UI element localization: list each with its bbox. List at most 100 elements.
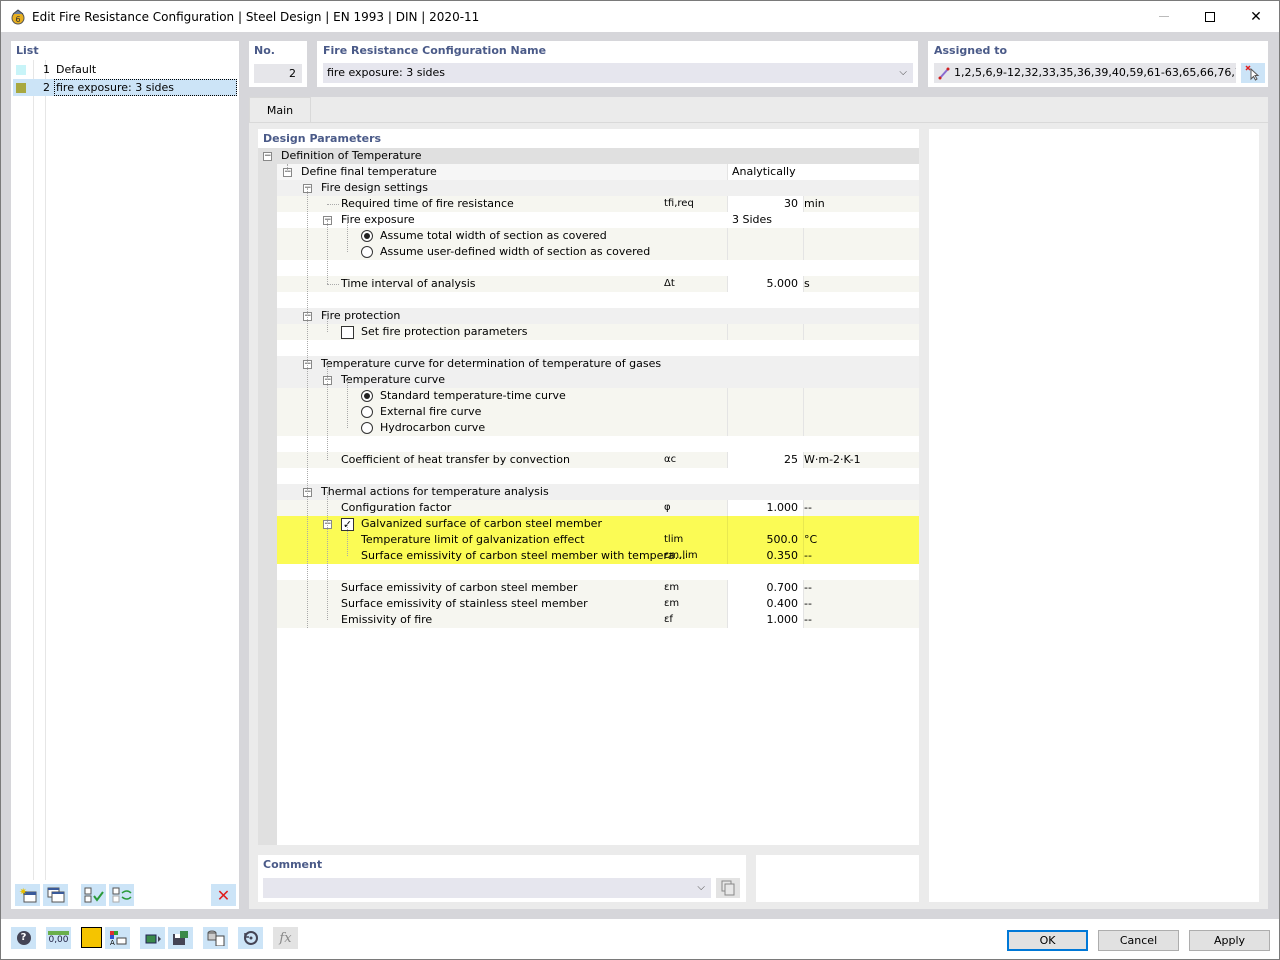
hydrocarbon-curve-radio[interactable]	[361, 422, 373, 434]
check-all-button[interactable]	[81, 884, 106, 906]
window-title: Edit Fire Resistance Configuration | Ste…	[32, 9, 480, 24]
list-item[interactable]: 1 Default	[13, 61, 237, 78]
tree-row-assume-user: Assume user-defined width of section as …	[277, 244, 919, 260]
cancel-button[interactable]: Cancel	[1098, 930, 1179, 951]
minimize-button[interactable]	[1141, 1, 1187, 32]
ok-button[interactable]: OK	[1007, 930, 1088, 951]
row-label: Surface emissivity of carbon steel membe…	[361, 549, 686, 562]
maximize-button[interactable]	[1187, 1, 1233, 32]
copy-item-button[interactable]	[43, 884, 68, 906]
delete-icon: ✕	[216, 885, 231, 905]
row-label: Fire design settings	[321, 181, 428, 194]
emissivity-fire-input[interactable]: 1.000	[728, 612, 800, 628]
surface-emissivity-carbon-input[interactable]: 0.700	[728, 580, 800, 596]
list-item-selected[interactable]: 2 fire exposure: 3 sides	[13, 79, 237, 96]
parameter-tree: − Definition of Temperature − Define fin…	[258, 148, 919, 845]
set-fire-protection-checkbox[interactable]	[341, 326, 354, 339]
select-members-button[interactable]	[1241, 63, 1265, 83]
number-field[interactable]: 2	[254, 64, 302, 83]
coefficient-heat-input[interactable]: 25	[728, 452, 800, 468]
chevron-down-icon: ⌵	[899, 67, 907, 78]
tree-row-surface-emissivity-limit: Surface emissivity of carbon steel membe…	[277, 548, 919, 564]
export-button[interactable]	[140, 927, 165, 949]
assume-user-radio[interactable]	[361, 246, 373, 258]
row-symbol: εm,lim	[664, 550, 698, 561]
temperature-limit-input[interactable]: 500.0	[728, 532, 800, 548]
text-format-button[interactable]: A	[105, 927, 130, 949]
required-time-input[interactable]: 30	[728, 196, 800, 212]
time-interval-input[interactable]: 5.000	[728, 276, 800, 292]
standard-curve-radio[interactable]	[361, 390, 373, 402]
fire-exposure-select[interactable]: 3 Sides	[732, 212, 772, 228]
assigned-to-value: 1,2,5,6,9-12,32,33,35,36,39,40,59,61-63,…	[954, 66, 1236, 79]
row-label: Emissivity of fire	[341, 613, 433, 626]
list-item-number: 2	[43, 81, 50, 94]
design-parameters-header: Design Parameters	[263, 132, 382, 145]
config-name-header: Fire Resistance Configuration Name	[323, 44, 547, 57]
external-curve-radio[interactable]	[361, 406, 373, 418]
row-symbol: εm	[664, 582, 680, 593]
library-button[interactable]	[203, 927, 228, 949]
configuration-factor-input[interactable]: 1.000	[728, 500, 800, 516]
collapse-icon[interactable]: −	[263, 152, 272, 161]
row-label: Configuration factor	[341, 501, 452, 514]
comment-header: Comment	[263, 858, 323, 871]
surface-emissivity-stainless-input[interactable]: 0.400	[728, 596, 800, 612]
config-name-dropdown[interactable]: fire exposure: 3 sides ⌵	[323, 63, 913, 83]
row-label: Required time of fire resistance	[341, 197, 514, 210]
copy-comment-button[interactable]	[716, 878, 740, 898]
dialog-window: 6 Edit Fire Resistance Configuration | S…	[0, 0, 1280, 960]
row-unit: °C	[804, 533, 818, 546]
copy-icon	[721, 880, 735, 896]
formula-button[interactable]: fx	[273, 927, 298, 949]
surface-emissivity-limit-input[interactable]: 0.350	[728, 548, 800, 564]
tree-row-configuration-factor: Configuration factor φ 1.000 --	[277, 500, 919, 516]
row-symbol: φ	[664, 502, 671, 513]
assume-total-radio[interactable]	[361, 230, 373, 242]
row-symbol: εm	[664, 598, 680, 609]
delete-button[interactable]: ✕	[211, 884, 236, 906]
tab-main[interactable]: Main	[249, 97, 311, 122]
bottom-toolbar: ? 0,00 A fx OK Cancel Apply	[1, 919, 1279, 959]
member-icon	[938, 67, 950, 80]
color-swatch	[16, 64, 26, 75]
row-unit: --	[804, 597, 812, 610]
tree-row-hydrocarbon-curve: Hydrocarbon curve	[277, 420, 919, 436]
row-unit: min	[804, 197, 825, 210]
check-toggle-button[interactable]	[109, 884, 134, 906]
help-button[interactable]: ?	[11, 927, 36, 949]
comment-panel: Comment ⌵	[258, 855, 746, 902]
new-item-icon: ✷	[19, 887, 36, 903]
list-item-label: fire exposure: 3 sides	[54, 79, 237, 96]
svg-text:6: 6	[16, 15, 21, 24]
app-icon: 6	[10, 8, 26, 25]
assigned-to-field[interactable]: 1,2,5,6,9-12,32,33,35,36,39,40,59,61-63,…	[934, 63, 1236, 83]
apply-button[interactable]: Apply	[1189, 930, 1270, 951]
tree-row-set-fire-protection: Set fire protection parameters	[277, 324, 919, 340]
comment-input[interactable]: ⌵	[263, 878, 711, 898]
units-icon: 0,00	[48, 931, 69, 945]
reset-button[interactable]	[238, 927, 263, 949]
tree-row-fire-protection: − Fire protection	[277, 308, 919, 324]
units-button[interactable]: 0,00	[46, 927, 71, 949]
row-label: External fire curve	[380, 405, 482, 418]
row-unit: --	[804, 549, 812, 562]
list-item-label: Default	[56, 63, 97, 76]
number-panel: No. 2	[249, 41, 307, 87]
close-button[interactable]: ✕	[1233, 1, 1279, 32]
row-label: Definition of Temperature	[281, 149, 422, 162]
tree-row-temperature-curve: − Temperature curve	[277, 372, 919, 388]
row-symbol: tlim	[664, 534, 684, 545]
new-item-button[interactable]: ✷	[15, 884, 40, 906]
row-symbol: εf	[664, 614, 673, 625]
tree-row-define-final-temperature: − Define final temperature Analytically	[277, 164, 919, 180]
define-final-temperature-select[interactable]: Analytically	[732, 164, 796, 180]
svg-text:A: A	[110, 939, 115, 946]
minimize-icon	[1159, 16, 1169, 17]
help-icon: ?	[16, 931, 31, 945]
color-icon[interactable]	[81, 927, 102, 948]
save-button[interactable]	[168, 927, 193, 949]
row-label: Define final temperature	[301, 165, 437, 178]
row-unit: W·m-2·K-1	[804, 453, 861, 466]
text-format-icon: A	[109, 931, 126, 946]
